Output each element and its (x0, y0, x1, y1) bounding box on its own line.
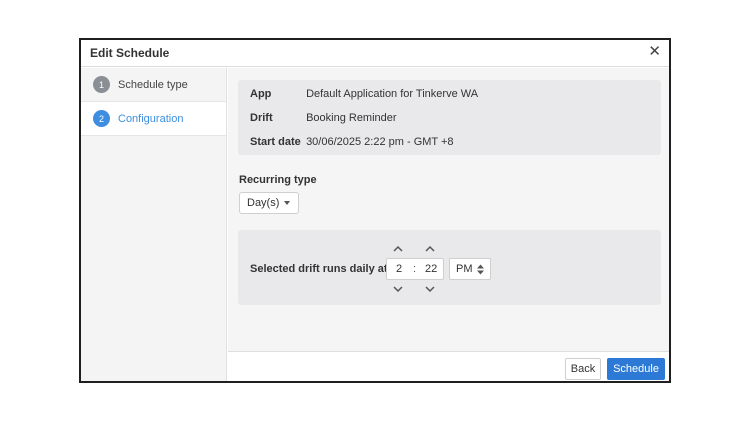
daily-run-time-box: Selected drift runs daily at 2 : 22 PM (238, 230, 661, 305)
recurring-type-value: Day(s) (247, 197, 280, 209)
runs-daily-label: Selected drift runs daily at (250, 263, 388, 275)
minute-value[interactable]: 22 (425, 263, 437, 275)
recurring-type-select[interactable]: Day(s) (239, 192, 299, 214)
info-row-app: App Default Application for Tinkerve WA (250, 88, 478, 100)
minute-decrement-chevron-down-icon[interactable] (423, 284, 437, 294)
hour-value[interactable]: 2 (396, 263, 402, 275)
hour-increment-chevron-up-icon[interactable] (391, 244, 405, 254)
minute-increment-chevron-up-icon[interactable] (423, 244, 437, 254)
caret-down-icon (284, 201, 290, 205)
info-row-start-date: Start date 30/06/2025 2:22 pm - GMT +8 (250, 136, 454, 148)
time-separator: : (413, 263, 417, 275)
hour-decrement-chevron-down-icon[interactable] (391, 284, 405, 294)
back-button[interactable]: Back (565, 358, 601, 380)
dialog-header: Edit Schedule ✕ (81, 40, 669, 67)
step-label-configuration: Configuration (118, 112, 184, 125)
edit-schedule-dialog: Edit Schedule ✕ 1 Schedule type 2 Config… (79, 38, 671, 383)
ampm-select[interactable]: PM (449, 258, 491, 280)
configuration-panel: App Default Application for Tinkerve WA … (228, 68, 669, 351)
ampm-value: PM (456, 263, 473, 275)
step-number-2: 2 (93, 110, 110, 127)
time-input[interactable]: 2 : 22 (386, 258, 444, 280)
schedule-button[interactable]: Schedule (607, 358, 665, 380)
sort-arrows-icon (477, 264, 484, 275)
close-icon[interactable]: ✕ (648, 44, 661, 60)
dialog-footer: Back Schedule (228, 351, 669, 381)
step-schedule-type[interactable]: 1 Schedule type (81, 68, 226, 102)
step-configuration[interactable]: 2 Configuration (81, 102, 226, 136)
info-row-drift: Drift Booking Reminder (250, 112, 397, 124)
schedule-info-box: App Default Application for Tinkerve WA … (238, 80, 661, 155)
steps-sidebar: 1 Schedule type 2 Configuration (81, 68, 227, 381)
app-key: App (250, 88, 272, 100)
drift-value: Booking Reminder (306, 112, 397, 124)
app-value: Default Application for Tinkerve WA (306, 88, 479, 100)
dialog-title: Edit Schedule (90, 46, 170, 60)
drift-key: Drift (250, 112, 273, 124)
step-label-schedule-type: Schedule type (118, 78, 188, 91)
recurring-type-label: Recurring type (239, 174, 317, 186)
start-date-key: Start date (250, 136, 301, 148)
start-date-value: 30/06/2025 2:22 pm - GMT +8 (306, 136, 454, 148)
step-number-1: 1 (93, 76, 110, 93)
